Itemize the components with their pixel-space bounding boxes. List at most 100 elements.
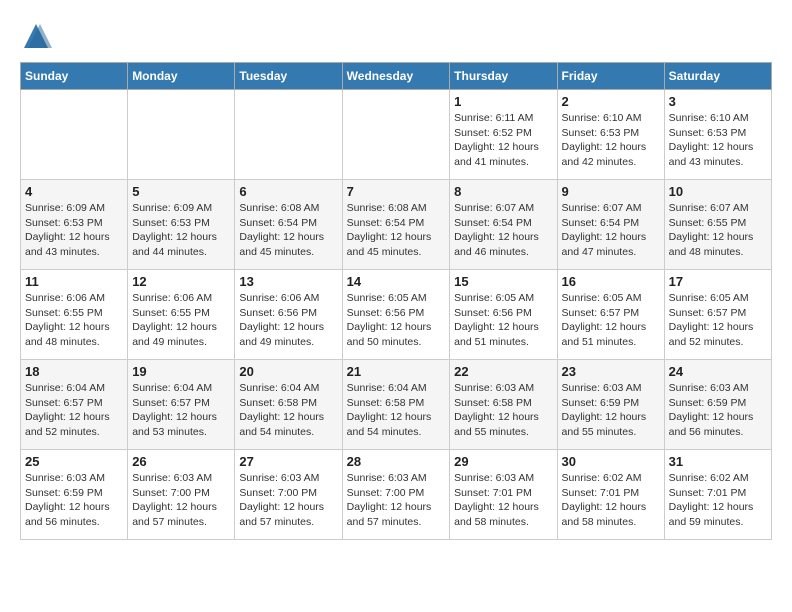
calendar-cell: 6 Sunrise: 6:08 AM Sunset: 6:54 PM Daylig… — [235, 180, 342, 270]
day-number: 10 — [669, 184, 767, 199]
day-header-sunday: Sunday — [21, 63, 128, 90]
day-info: Sunrise: 6:09 AM Sunset: 6:53 PM Dayligh… — [25, 201, 123, 260]
day-number: 2 — [562, 94, 660, 109]
day-number: 7 — [347, 184, 446, 199]
day-info: Sunrise: 6:05 AM Sunset: 6:57 PM Dayligh… — [669, 291, 767, 350]
day-info: Sunrise: 6:03 AM Sunset: 7:00 PM Dayligh… — [239, 471, 337, 530]
day-info: Sunrise: 6:04 AM Sunset: 6:58 PM Dayligh… — [239, 381, 337, 440]
calendar-cell: 8Sunrise: 6:07 AM Sunset: 6:54 PM Daylig… — [450, 180, 557, 270]
day-number: 16 — [562, 274, 660, 289]
calendar-cell: 12Sunrise: 6:06 AM Sunset: 6:55 PM Dayli… — [128, 270, 235, 360]
day-info: Sunrise: 6:04 AM Sunset: 6:57 PM Dayligh… — [25, 381, 123, 440]
calendar-cell: 23 Sunrise: 6:03 AM Sunset: 6:59 PM Dayli… — [557, 360, 664, 450]
calendar-cell: 20Sunrise: 6:04 AM Sunset: 6:58 PM Dayli… — [235, 360, 342, 450]
day-number: 19 — [132, 364, 230, 379]
day-info: Sunrise: 6:08 AM Sunset: 6:54 PM Dayligh… — [347, 201, 446, 260]
day-number: 22 — [454, 364, 552, 379]
page-header — [20, 20, 772, 52]
calendar-cell: 22 Sunrise: 6:03 AM Sunset: 6:58 PM Dayli… — [450, 360, 557, 450]
day-header-monday: Monday — [128, 63, 235, 90]
day-number: 23 — [562, 364, 660, 379]
day-header-saturday: Saturday — [664, 63, 771, 90]
day-header-thursday: Thursday — [450, 63, 557, 90]
calendar-cell: 21Sunrise: 6:04 AM Sunset: 6:58 PM Dayli… — [342, 360, 450, 450]
day-info: Sunrise: 6:10 AM Sunset: 6:53 PM Dayligh… — [669, 111, 767, 170]
calendar-cell: 11 Sunrise: 6:06 AM Sunset: 6:55 PM Dayli… — [21, 270, 128, 360]
day-info: Sunrise: 6:06 AM Sunset: 6:56 PM Dayligh… — [239, 291, 337, 350]
calendar-cell — [235, 90, 342, 180]
day-info: Sunrise: 6:10 AM Sunset: 6:53 PM Dayligh… — [562, 111, 660, 170]
day-header-wednesday: Wednesday — [342, 63, 450, 90]
day-header-friday: Friday — [557, 63, 664, 90]
day-info: Sunrise: 6:03 AM Sunset: 6:58 PM Dayligh… — [454, 381, 552, 440]
day-number: 29 — [454, 454, 552, 469]
logo — [20, 20, 56, 52]
day-info: Sunrise: 6:03 AM Sunset: 6:59 PM Dayligh… — [669, 381, 767, 440]
day-number: 25 — [25, 454, 123, 469]
day-info: Sunrise: 6:03 AM Sunset: 7:00 PM Dayligh… — [132, 471, 230, 530]
calendar-cell: 10Sunrise: 6:07 AM Sunset: 6:55 PM Dayli… — [664, 180, 771, 270]
calendar-week-row: 4Sunrise: 6:09 AM Sunset: 6:53 PM Daylig… — [21, 180, 772, 270]
calendar-cell: 5 Sunrise: 6:09 AM Sunset: 6:53 PM Daylig… — [128, 180, 235, 270]
calendar-cell: 16Sunrise: 6:05 AM Sunset: 6:57 PM Dayli… — [557, 270, 664, 360]
day-info: Sunrise: 6:02 AM Sunset: 7:01 PM Dayligh… — [562, 471, 660, 530]
day-number: 28 — [347, 454, 446, 469]
calendar-cell: 2 Sunrise: 6:10 AM Sunset: 6:53 PM Daylig… — [557, 90, 664, 180]
day-header-tuesday: Tuesday — [235, 63, 342, 90]
day-info: Sunrise: 6:04 AM Sunset: 6:58 PM Dayligh… — [347, 381, 446, 440]
day-info: Sunrise: 6:09 AM Sunset: 6:53 PM Dayligh… — [132, 201, 230, 260]
day-number: 3 — [669, 94, 767, 109]
calendar-cell: 18 Sunrise: 6:04 AM Sunset: 6:57 PM Dayli… — [21, 360, 128, 450]
calendar-week-row: 1Sunrise: 6:11 AM Sunset: 6:52 PM Daylig… — [21, 90, 772, 180]
calendar-cell: 31 Sunrise: 6:02 AM Sunset: 7:01 PM Dayli… — [664, 450, 771, 540]
calendar-week-row: 25 Sunrise: 6:03 AM Sunset: 6:59 PM Dayli… — [21, 450, 772, 540]
calendar-cell: 3 Sunrise: 6:10 AM Sunset: 6:53 PM Daylig… — [664, 90, 771, 180]
calendar-cell: 4Sunrise: 6:09 AM Sunset: 6:53 PM Daylig… — [21, 180, 128, 270]
calendar-cell: 29 Sunrise: 6:03 AM Sunset: 7:01 PM Dayli… — [450, 450, 557, 540]
calendar-cell: 28 Sunrise: 6:03 AM Sunset: 7:00 PM Dayli… — [342, 450, 450, 540]
calendar-cell: 17Sunrise: 6:05 AM Sunset: 6:57 PM Dayli… — [664, 270, 771, 360]
calendar-cell: 9Sunrise: 6:07 AM Sunset: 6:54 PM Daylig… — [557, 180, 664, 270]
day-info: Sunrise: 6:05 AM Sunset: 6:56 PM Dayligh… — [454, 291, 552, 350]
day-number: 18 — [25, 364, 123, 379]
calendar-cell: 27 Sunrise: 6:03 AM Sunset: 7:00 PM Dayli… — [235, 450, 342, 540]
calendar-week-row: 18 Sunrise: 6:04 AM Sunset: 6:57 PM Dayli… — [21, 360, 772, 450]
calendar-cell — [342, 90, 450, 180]
day-number: 9 — [562, 184, 660, 199]
day-info: Sunrise: 6:08 AM Sunset: 6:54 PM Dayligh… — [239, 201, 337, 260]
day-number: 27 — [239, 454, 337, 469]
calendar-cell: 26 Sunrise: 6:03 AM Sunset: 7:00 PM Dayli… — [128, 450, 235, 540]
calendar-cell: 19 Sunrise: 6:04 AM Sunset: 6:57 PM Dayli… — [128, 360, 235, 450]
calendar-cell: 15 Sunrise: 6:05 AM Sunset: 6:56 PM Dayli… — [450, 270, 557, 360]
day-number: 31 — [669, 454, 767, 469]
day-number: 14 — [347, 274, 446, 289]
calendar-cell: 13Sunrise: 6:06 AM Sunset: 6:56 PM Dayli… — [235, 270, 342, 360]
day-info: Sunrise: 6:07 AM Sunset: 6:54 PM Dayligh… — [454, 201, 552, 260]
day-number: 12 — [132, 274, 230, 289]
day-info: Sunrise: 6:03 AM Sunset: 6:59 PM Dayligh… — [562, 381, 660, 440]
calendar-cell — [21, 90, 128, 180]
calendar-cell: 25 Sunrise: 6:03 AM Sunset: 6:59 PM Dayli… — [21, 450, 128, 540]
calendar-header-row: SundayMondayTuesdayWednesdayThursdayFrid… — [21, 63, 772, 90]
day-info: Sunrise: 6:03 AM Sunset: 7:01 PM Dayligh… — [454, 471, 552, 530]
day-info: Sunrise: 6:03 AM Sunset: 6:59 PM Dayligh… — [25, 471, 123, 530]
day-info: Sunrise: 6:11 AM Sunset: 6:52 PM Dayligh… — [454, 111, 552, 170]
day-number: 15 — [454, 274, 552, 289]
calendar-table: SundayMondayTuesdayWednesdayThursdayFrid… — [20, 62, 772, 540]
day-number: 11 — [25, 274, 123, 289]
calendar-week-row: 11 Sunrise: 6:06 AM Sunset: 6:55 PM Dayli… — [21, 270, 772, 360]
day-number: 24 — [669, 364, 767, 379]
day-info: Sunrise: 6:06 AM Sunset: 6:55 PM Dayligh… — [25, 291, 123, 350]
day-info: Sunrise: 6:02 AM Sunset: 7:01 PM Dayligh… — [669, 471, 767, 530]
calendar-cell — [128, 90, 235, 180]
day-info: Sunrise: 6:03 AM Sunset: 7:00 PM Dayligh… — [347, 471, 446, 530]
logo-icon — [20, 20, 52, 52]
calendar-cell: 24 Sunrise: 6:03 AM Sunset: 6:59 PM Dayli… — [664, 360, 771, 450]
day-info: Sunrise: 6:04 AM Sunset: 6:57 PM Dayligh… — [132, 381, 230, 440]
calendar-cell: 14 Sunrise: 6:05 AM Sunset: 6:56 PM Dayli… — [342, 270, 450, 360]
day-number: 6 — [239, 184, 337, 199]
day-number: 5 — [132, 184, 230, 199]
day-number: 26 — [132, 454, 230, 469]
calendar-cell: 1Sunrise: 6:11 AM Sunset: 6:52 PM Daylig… — [450, 90, 557, 180]
day-info: Sunrise: 6:05 AM Sunset: 6:56 PM Dayligh… — [347, 291, 446, 350]
